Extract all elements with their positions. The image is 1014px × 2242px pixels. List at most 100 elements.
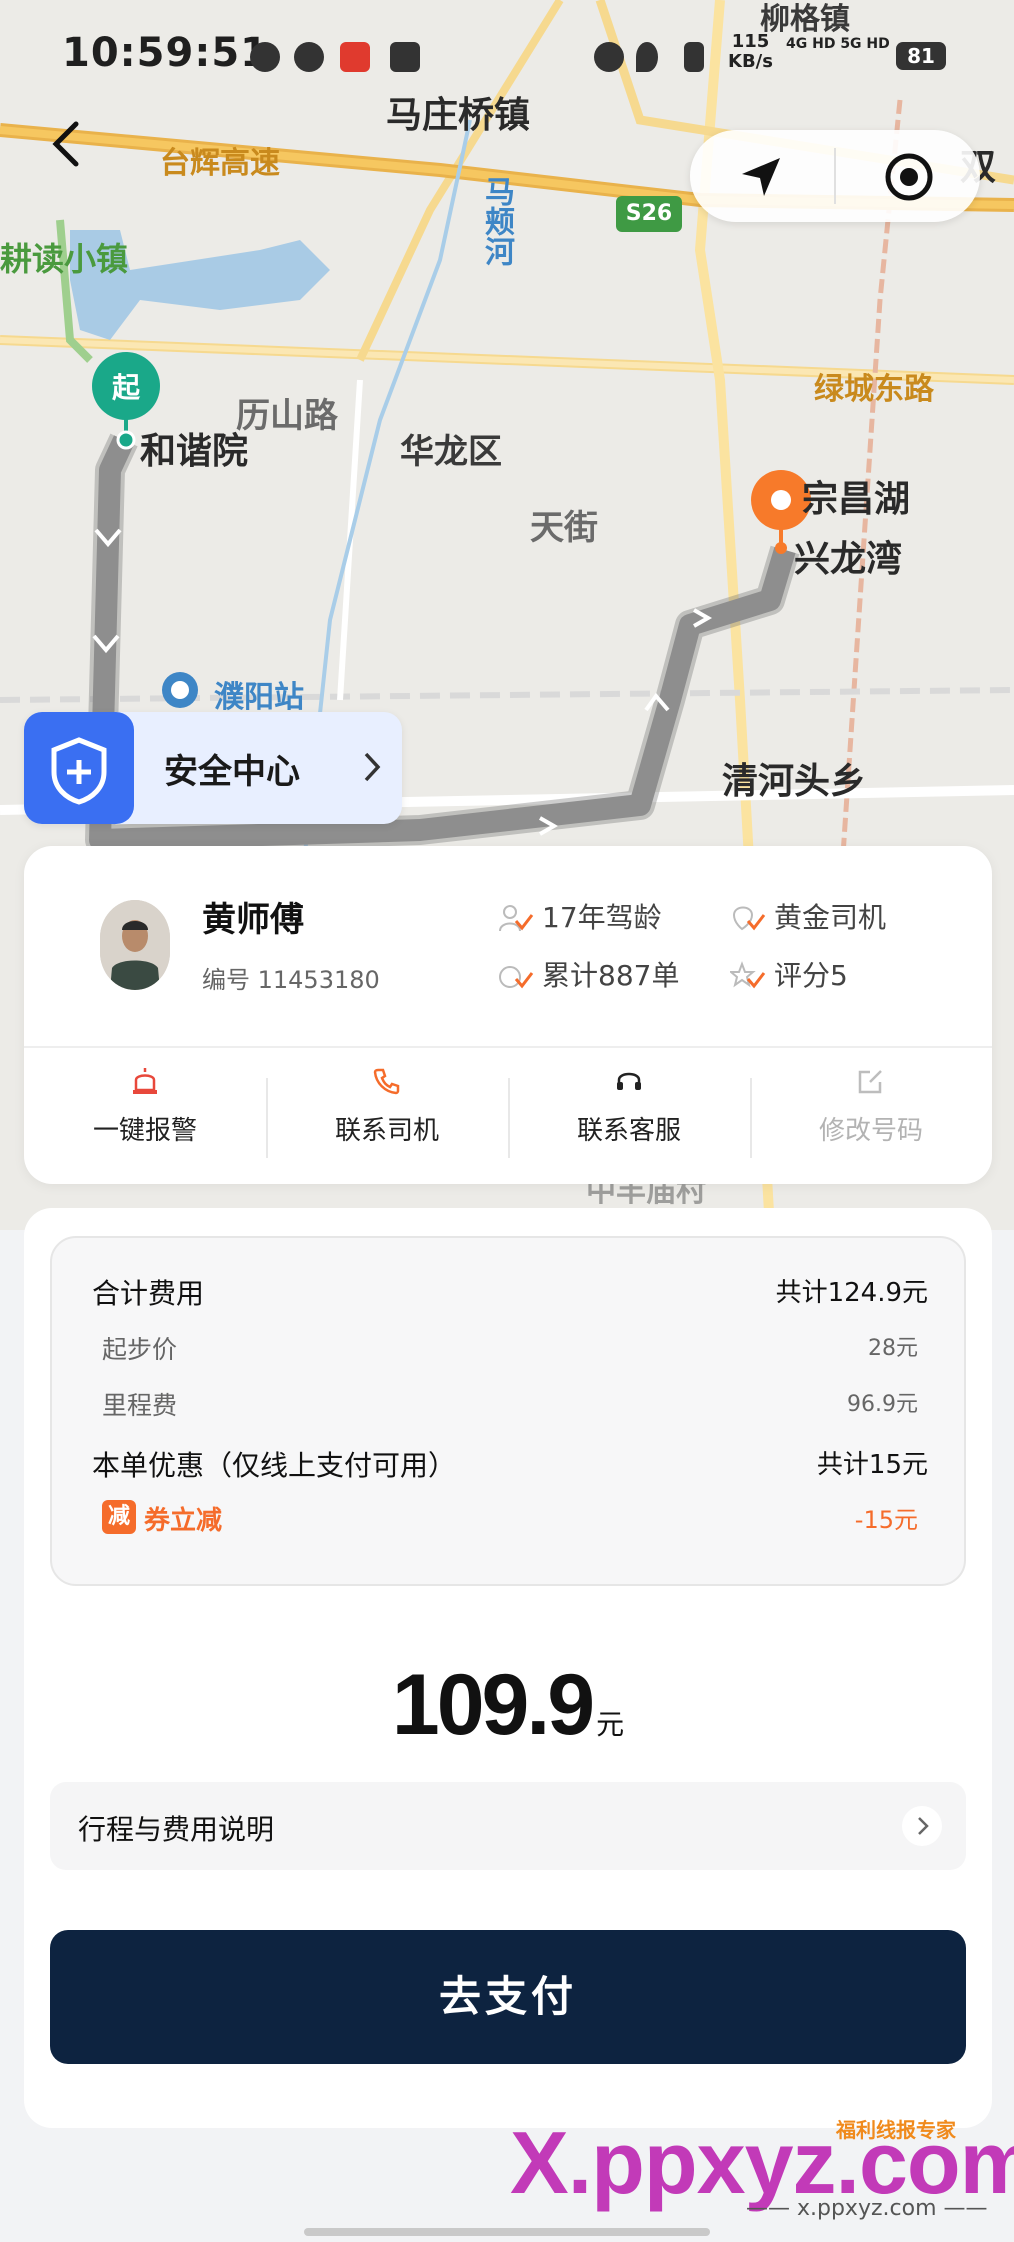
fee-mileage-label: 里程费: [102, 1391, 178, 1420]
fee-total-value: 共计124.9元: [775, 1278, 928, 1308]
map-label: 濮阳站: [214, 680, 304, 715]
driver-level: 黄金司机: [774, 901, 887, 934]
start-marker: 起: [111, 371, 140, 404]
location-icon: [636, 42, 658, 72]
fee-row-mileage: 里程费 96.9元: [52, 1386, 968, 1426]
end-location-label: 兴龙湾: [794, 539, 903, 580]
driver-stat: 黄金司机: [730, 896, 886, 936]
app-notification-icon: [390, 42, 420, 72]
map-label: 清河头乡: [722, 761, 867, 802]
total-unit: 元: [596, 1708, 625, 1741]
driver-orders: 累计887单: [542, 959, 680, 992]
total-price: 109.9 元: [24, 1656, 992, 1755]
network-speed-value: 115: [731, 31, 770, 52]
safety-shield-badge: [24, 712, 134, 824]
driver-id: 编号 11453180: [202, 966, 380, 994]
edit-icon: [858, 1070, 882, 1094]
fee-base-label: 起步价: [102, 1335, 178, 1364]
divider: [834, 148, 836, 204]
driver-rating: 评分5: [774, 959, 848, 992]
divider: [24, 1046, 992, 1048]
fee-row-base: 起步价 28元: [52, 1330, 968, 1370]
watermark-url: —— x.ppxyz.com ——: [746, 2196, 988, 2221]
map-label: 华龙区: [400, 432, 502, 472]
driver-stat: 评分5: [728, 954, 848, 994]
contact-driver-label: 联系司机: [334, 1116, 439, 1146]
home-indicator[interactable]: [304, 2228, 710, 2236]
fee-breakdown: 合计费用 共计124.9元 起步价 28元 里程费 96.9元 本单优惠（仅线上…: [50, 1236, 966, 1586]
map-label: 马庄桥镇: [386, 95, 531, 136]
map-label: 历山路: [236, 396, 338, 436]
sos-button[interactable]: 一键报警: [24, 1066, 266, 1166]
fee-row-coupon: 减 券立减 -15元: [52, 1500, 968, 1540]
fee-mileage-value: 96.9元: [847, 1392, 918, 1417]
network-signal: 4G HD 5G HD: [786, 36, 890, 52]
alarm-bell-icon: [133, 1068, 157, 1094]
highway-shield: S26: [616, 196, 682, 232]
locate-button[interactable]: [884, 152, 934, 202]
driver-name: 黄师傅: [202, 900, 304, 940]
map-label: 绿城东路: [814, 372, 934, 407]
status-bar: 10:59:51 115 KB/s 4G HD 5G HD 81: [0, 28, 1014, 88]
chevron-right-icon: [902, 1806, 942, 1846]
contact-service-label: 联系客服: [576, 1116, 681, 1146]
chevron-left-icon: [52, 121, 79, 167]
sos-label: 一键报警: [92, 1116, 197, 1146]
fee-card: 合计费用 共计124.9元 起步价 28元 里程费 96.9元 本单优惠（仅线上…: [24, 1208, 992, 2128]
network-speed: 115 KB/s: [728, 32, 773, 72]
map-label: 宗昌湖: [802, 479, 911, 520]
map-controls: [690, 130, 980, 222]
coupon-label: 券立减: [144, 1506, 223, 1536]
driver-stat: 累计887单: [498, 954, 679, 994]
driver-years-icon: [499, 905, 534, 932]
fee-explanation-link[interactable]: 行程与费用说明: [50, 1782, 966, 1870]
headset-icon: [617, 1072, 641, 1090]
coupon-badge: 减: [102, 1500, 136, 1534]
safety-center-button[interactable]: 安全中心: [24, 712, 402, 824]
fee-row-total: 合计费用 共计124.9元: [52, 1272, 968, 1312]
navigate-button[interactable]: [736, 152, 786, 202]
map-label: 天街: [530, 508, 598, 548]
fee-discount-value: 共计15元: [816, 1450, 928, 1480]
map-label: 台辉高速: [160, 146, 280, 181]
alarm-icon: [594, 42, 624, 72]
chevron-right-icon: [364, 752, 381, 782]
map-label: 耕读小镇: [0, 240, 129, 278]
fee-row-discount: 本单优惠（仅线上支付可用） 共计15元: [52, 1444, 968, 1484]
start-location-label: 和谐院: [140, 431, 249, 472]
total-amount: 109.9: [391, 1657, 595, 1753]
locate-icon: [885, 153, 933, 201]
app-notification-icon: [340, 42, 370, 72]
message-icon: [294, 42, 324, 72]
battery-indicator: 81: [896, 42, 946, 70]
change-number-button[interactable]: 修改号码: [750, 1066, 992, 1166]
vibrate-icon: [684, 42, 704, 72]
contact-driver-button[interactable]: 联系司机: [266, 1066, 508, 1166]
safety-center-label: 安全中心: [164, 752, 300, 792]
status-time: 10:59:51: [62, 30, 269, 76]
fee-discount-label: 本单优惠（仅线上支付可用）: [92, 1449, 457, 1482]
driver-level-icon: [732, 906, 766, 931]
driver-card: 黄师傅 编号 11453180 17年驾龄 黄金司机 累计887单 评分5 一键…: [24, 846, 992, 1184]
driver-avatar: [100, 900, 170, 990]
app-notification-icon: [250, 42, 280, 72]
pay-button[interactable]: 去支付: [50, 1930, 966, 2064]
coupon-value: -15元: [854, 1506, 918, 1534]
fee-base-value: 28元: [868, 1336, 918, 1361]
phone-icon: [373, 1068, 400, 1095]
fee-explanation-label: 行程与费用说明: [78, 1813, 275, 1846]
watermark-logo: X.ppxyz.com: [510, 2113, 1014, 2212]
contact-service-button[interactable]: 联系客服: [508, 1066, 750, 1166]
driver-stat: 17年驾龄: [498, 896, 662, 936]
star-icon: [728, 961, 766, 989]
driver-years: 17年驾龄: [542, 901, 662, 934]
navigate-icon: [742, 158, 780, 196]
shield-icon: [51, 737, 107, 805]
back-button[interactable]: [46, 116, 86, 172]
fee-total-label: 合计费用: [92, 1277, 205, 1310]
driver-orders-icon: [499, 966, 534, 989]
driver-photo: [100, 900, 170, 990]
network-speed-unit: KB/s: [728, 51, 773, 72]
change-number-label: 修改号码: [818, 1116, 923, 1146]
map-label: 马颊河: [479, 176, 514, 266]
